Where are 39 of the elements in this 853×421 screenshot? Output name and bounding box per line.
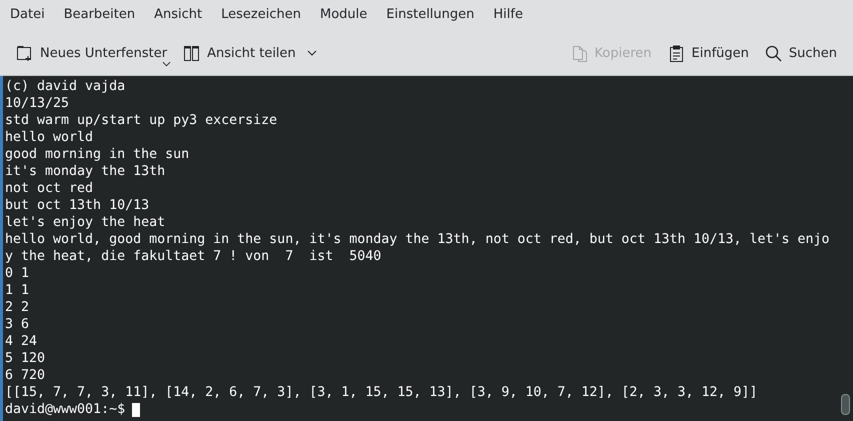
menu-item[interactable]: Lesezeichen	[213, 4, 309, 27]
terminal-line: 10/13/25	[5, 95, 70, 112]
terminal-line: 1 1	[5, 282, 30, 299]
search-icon	[764, 44, 782, 62]
terminal-line: [[15, 7, 7, 3, 11], [14, 2, 6, 7, 3], [3, 1, 15, 15, 13], [3, 9, 10, 7, 12], [2, 3, 3, 12, 9]]	[5, 384, 759, 401]
copy-icon	[570, 44, 588, 62]
terminal-line: 4 24	[5, 333, 38, 350]
toolbar-button[interactable]: Ansicht teilen	[177, 40, 323, 66]
terminal-line: hello world, good morning in the sun, it's monday the 13th, not oct red, but oct 13th 10/13, let's enjo	[5, 231, 831, 248]
terminal-line: good morning in the sun	[5, 146, 190, 163]
clipboard-icon	[668, 44, 684, 62]
menu-item[interactable]: Module	[312, 4, 376, 27]
terminal-line: std warm up/start up py3 excersize	[5, 112, 278, 129]
menu-item[interactable]: Bearbeiten	[56, 4, 144, 27]
menu-item[interactable]: Ansicht	[146, 4, 210, 27]
terminal-line: but oct 13th 10/13	[5, 197, 150, 214]
terminal-line: hello world	[5, 129, 94, 146]
new-tab-icon	[16, 44, 33, 62]
menu-item[interactable]: Hilfe	[485, 4, 531, 27]
terminal-line: 6 720	[5, 367, 46, 384]
terminal-line: (c) david vajda	[5, 78, 126, 95]
terminal-line: y the heat, die fakultaet 7 ! von 7 ist 5040	[5, 248, 382, 265]
caret-icon	[306, 50, 317, 56]
prompt-text: david@www001:~$	[5, 401, 126, 418]
caret-icon	[162, 60, 172, 66]
terminal-line: it's monday the 13th	[5, 163, 166, 180]
terminal-line: not oct red	[5, 180, 94, 197]
scrollbar-thumb[interactable]	[841, 394, 850, 415]
menu-item[interactable]: Einstellungen	[378, 4, 482, 27]
terminal-line: 2 2	[5, 299, 30, 316]
menu-item[interactable]: Datei	[2, 4, 53, 27]
terminal-line: let's enjoy the heat	[5, 214, 166, 231]
terminal-line: 3 6	[5, 316, 30, 333]
toolbar-button[interactable]: Suchen	[758, 40, 843, 66]
split-view-icon	[183, 44, 200, 62]
toolbar-button[interactable]: Neues Unterfenster	[10, 40, 174, 66]
terminal-line: 5 120	[5, 350, 46, 367]
toolbar-button[interactable]: Einfügen	[662, 40, 755, 66]
terminal-line: 0 1	[5, 265, 30, 282]
